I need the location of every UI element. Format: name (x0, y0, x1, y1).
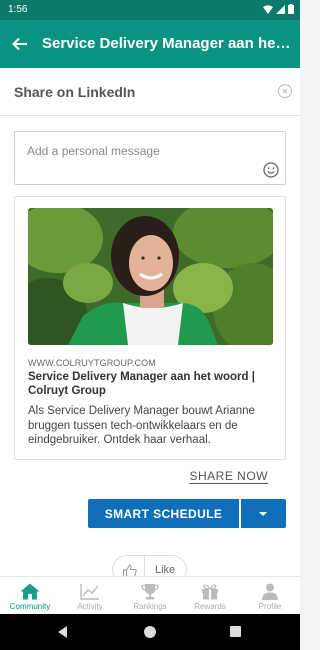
nav-label: Rewards (194, 602, 226, 611)
schedule-dropdown-button[interactable] (241, 499, 286, 528)
signal-icon (276, 4, 285, 14)
sheet-title: Share on LinkedIn (14, 84, 136, 100)
page-title: Service Delivery Manager aan het woord |… (42, 35, 292, 52)
nav-activity[interactable]: Activity (60, 577, 120, 614)
system-back-icon[interactable] (58, 626, 67, 638)
system-nav-bar (0, 614, 300, 650)
gift-icon (202, 584, 218, 600)
article-photo (28, 208, 273, 345)
nav-profile[interactable]: Profile (240, 577, 300, 614)
chart-icon (80, 584, 99, 600)
caret-down-icon (259, 512, 267, 516)
bottom-nav: Community Activity Rankings Rewards Prof… (0, 576, 300, 614)
system-icons (263, 4, 294, 14)
nav-label: Community (9, 602, 51, 611)
system-home-icon[interactable] (144, 626, 156, 638)
card-title: Service Delivery Manager aan het woord |… (28, 371, 255, 397)
back-arrow-icon[interactable] (10, 34, 30, 54)
card-description: Als Service Delivery Manager bouwt Arian… (28, 405, 255, 446)
like-label: Like (155, 564, 176, 576)
message-box (14, 131, 286, 185)
system-recents-icon[interactable] (230, 626, 241, 637)
card-domain: WWW.COLRUYTGROUP.COM (28, 358, 156, 368)
personal-message-input[interactable] (27, 144, 247, 158)
nav-rewards[interactable]: Rewards (180, 577, 240, 614)
person-icon (262, 583, 278, 600)
close-icon[interactable] (278, 84, 292, 98)
status-time: 1:56 (8, 4, 28, 15)
sheet-header: Share on LinkedIn (0, 68, 300, 116)
nav-rankings[interactable]: Rankings (120, 577, 180, 614)
emoji-icon[interactable] (263, 162, 279, 178)
nav-label: Rankings (133, 602, 167, 611)
nav-label: Profile (258, 602, 282, 611)
wifi-icon (263, 4, 273, 14)
status-bar: 1:56 (0, 0, 300, 20)
nav-label: Activity (77, 602, 103, 611)
share-sheet: Share on LinkedIn Add a personal message… (0, 68, 300, 586)
trophy-icon (141, 584, 159, 600)
battery-icon (288, 4, 294, 14)
link-preview-card[interactable]: WWW.COLRUYTGROUP.COM Service Delivery Ma… (14, 196, 286, 460)
share-now-button[interactable]: SHARE NOW (189, 469, 268, 483)
smart-schedule-button[interactable]: SMART SCHEDULE (88, 499, 239, 528)
app-bar: Service Delivery Manager aan het woord |… (0, 20, 300, 68)
home-icon (20, 583, 40, 600)
nav-community[interactable]: Community (0, 577, 60, 614)
